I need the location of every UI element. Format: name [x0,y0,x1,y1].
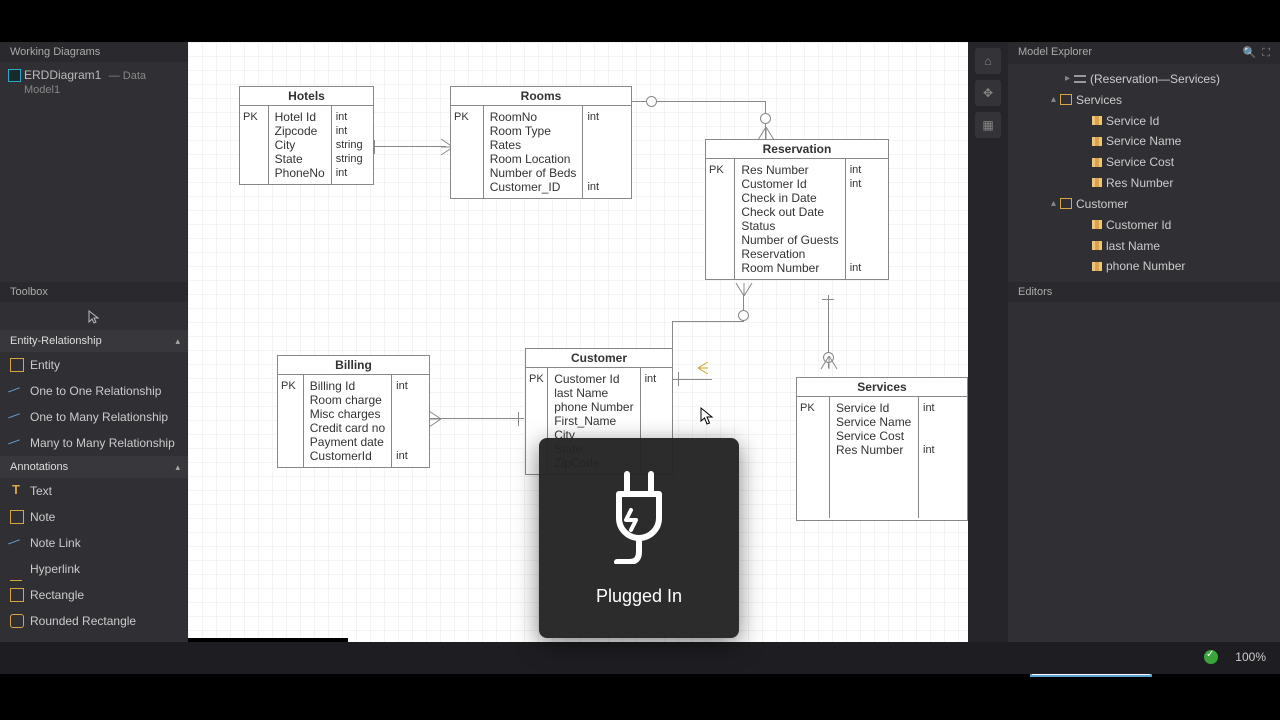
crowfoot-icon [820,356,838,370]
mouse-cursor [700,407,714,425]
tree-row[interactable]: Service Id [1008,110,1280,131]
note-link-icon [8,539,24,555]
rounded-rectangle-icon [10,614,24,628]
entity-icon [10,358,24,372]
entity-columns: RoomNoRoom TypeRatesRoom LocationNumber … [484,106,583,198]
entity-types: intint int [845,159,888,279]
app-root: Working Diagrams ERDDiagram1 — Data Mode… [0,42,1280,674]
rectangle-icon [10,588,24,602]
tree-row[interactable]: ▴Customer [1008,193,1280,214]
group-er-label: Entity-Relationship [10,335,102,347]
tool-note-link[interactable]: Note Link [0,530,188,556]
working-diagram-item[interactable]: ERDDiagram1 — Data Model1 [0,62,188,102]
note-icon [10,510,24,524]
tree-row[interactable]: phone Number [1008,255,1280,276]
toolbox-title: Toolbox [0,282,188,302]
entity-title: Billing [278,356,429,375]
entity-columns: Res NumberCustomer IdCheck in DateCheck … [735,159,844,279]
many-to-many-icon [8,439,24,455]
group-annotations[interactable]: Annotations ▴ [0,456,188,478]
entity-types: int int [391,375,429,467]
one-to-many-icon [8,413,24,429]
working-diagrams-panel: Working Diagrams ERDDiagram1 — Data Mode… [0,42,188,282]
group-entity-relationship[interactable]: Entity-Relationship ▴ [0,330,188,352]
crowfoot-icon [698,362,710,374]
entity-title: Rooms [451,87,631,106]
tool-text[interactable]: TText [0,478,188,504]
entity-title: Customer [526,349,672,368]
tool-one-to-many[interactable]: One to Many Relationship [0,404,188,430]
rel-h-seg [672,321,744,322]
tool-rectangle[interactable]: Rectangle [0,582,188,608]
entity-title: Reservation [706,140,888,159]
tree-row[interactable]: Service Name [1008,130,1280,151]
toolbox-pointer[interactable] [0,302,188,330]
rail-grid-button[interactable]: ▦ [975,112,1001,138]
tree-row[interactable]: Customer Id [1008,214,1280,235]
pointer-icon [88,310,100,324]
entity-columns: Service IdService NameService CostRes Nu… [830,397,918,518]
zoom-level[interactable]: 100% [1235,650,1266,664]
entity-types: intintstringstringint [331,106,373,184]
entity-rooms[interactable]: Rooms PK RoomNoRoom TypeRatesRoom Locati… [450,86,632,199]
plugged-in-toast: Plugged In [539,438,739,638]
entity-billing[interactable]: Billing PK Billing IdRoom chargeMisc cha… [277,355,430,468]
status-bar: 100% [0,642,1280,674]
text-icon: T [10,484,22,496]
one-to-one-icon [8,387,24,403]
entity-columns: Hotel IdZipcodeCityStatePhoneNo [269,106,331,184]
entity-columns: Billing IdRoom chargeMisc chargesCredit … [304,375,391,467]
entity-services[interactable]: Services PK Service IdService NameServic… [796,377,968,521]
rel-billing-customer[interactable] [429,418,524,419]
tree-row[interactable]: last Name [1008,235,1280,256]
hyperlink-icon [10,568,22,581]
panel-actions[interactable]: 🔍 ⛶ [1242,46,1270,60]
toolbox-panel: Toolbox Entity-Relationship ▴ Entity One … [0,282,188,674]
toast-label: Plugged In [539,586,739,607]
tick-icon [822,299,834,300]
rail-home-button[interactable]: ⌂ [975,48,1001,74]
circle-icon [738,310,749,321]
tool-many-to-many[interactable]: Many to Many Relationship [0,430,188,456]
editors-title: Editors [1008,282,1280,302]
tick-icon [518,412,519,426]
entity-hotels[interactable]: Hotels PK Hotel IdZipcodeCityStatePhoneN… [239,86,374,185]
entity-title: Hotels [240,87,373,106]
tick-icon [678,372,679,386]
collapse-icon: ▴ [175,336,180,347]
entity-types: int int [918,397,967,518]
plug-icon [591,464,687,564]
diagram-name: ERDDiagram1 [24,68,101,82]
circle-icon [646,96,657,107]
diagram-icon [8,69,21,82]
editors-panel: Editors [1008,282,1280,642]
tree-row[interactable]: ▴Services [1008,89,1280,110]
group-ann-label: Annotations [10,461,68,473]
collapse-icon: ▴ [175,462,180,473]
entity-title: Services [797,378,967,397]
tree-row[interactable]: Service Cost [1008,151,1280,172]
tree-row[interactable]: Res Number [1008,172,1280,193]
tool-hyperlink[interactable]: Hyperlink [0,556,188,582]
tool-one-to-one[interactable]: One to One Relationship [0,378,188,404]
right-rail: ⌂ ✥ ▦ [968,42,1008,642]
tool-entity[interactable]: Entity [0,352,188,378]
model-explorer-title: Model Explorer 🔍 ⛶ [1008,42,1280,64]
circle-icon [760,113,771,124]
tree-row[interactable]: ▸(Reservation—Services) [1008,68,1280,89]
rail-target-button[interactable]: ✥ [975,80,1001,106]
crowfoot-icon [428,410,442,428]
status-ok-icon [1204,650,1218,664]
rel-hotels-rooms[interactable] [372,146,446,147]
tool-rounded-rectangle[interactable]: Rounded Rectangle [0,608,188,634]
entity-reservation[interactable]: Reservation PK Res NumberCustomer IdChec… [705,139,889,280]
working-diagrams-title: Working Diagrams [0,42,188,62]
entity-types: int int [582,106,631,198]
tool-note[interactable]: Note [0,504,188,530]
model-explorer-panel: Model Explorer 🔍 ⛶ ▸(Reservation—Service… [1008,42,1280,282]
crowfoot-icon [735,283,753,297]
tick-icon [374,140,375,154]
model-tree[interactable]: ▸(Reservation—Services)▴ServicesService … [1008,64,1280,280]
